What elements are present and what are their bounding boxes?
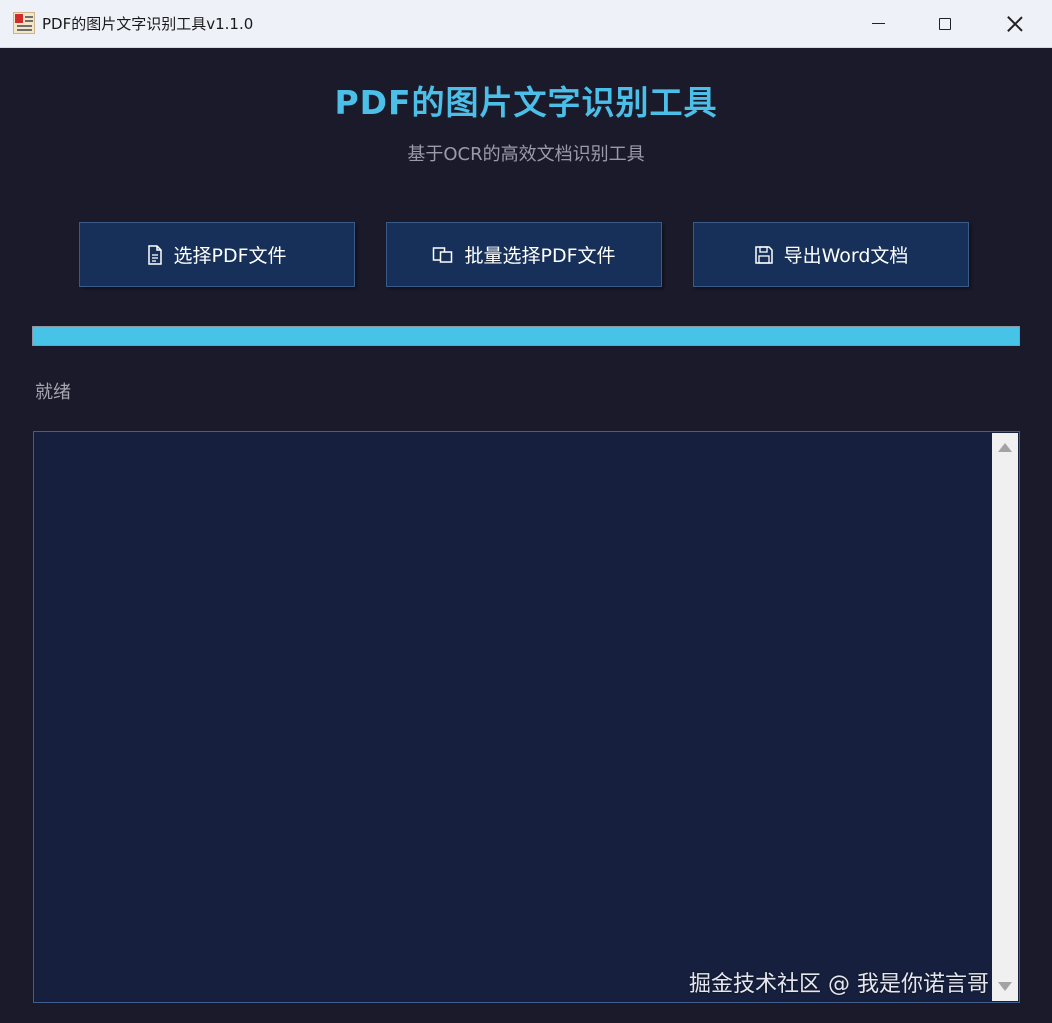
document-icon bbox=[147, 244, 163, 265]
scroll-up-arrow-icon[interactable] bbox=[998, 443, 1012, 452]
maximize-button[interactable] bbox=[910, 0, 980, 47]
title-bar: PDF的图片文字识别工具v1.1.0 bbox=[0, 0, 1052, 48]
minimize-button[interactable] bbox=[843, 0, 913, 47]
vertical-scrollbar[interactable] bbox=[992, 433, 1018, 1001]
app-subtitle: 基于OCR的高效文档识别工具 bbox=[407, 144, 645, 165]
progress-bar bbox=[32, 326, 1020, 346]
close-icon bbox=[1007, 16, 1023, 32]
batch-select-pdf-label: 批量选择PDF文件 bbox=[464, 245, 616, 267]
watermark-text: 掘金技术社区 @ 我是你诺言哥 bbox=[689, 972, 989, 997]
app-heading: PDF的图片文字识别工具 bbox=[334, 83, 718, 122]
select-pdf-label: 选择PDF文件 bbox=[173, 245, 287, 267]
copy-files-icon bbox=[432, 246, 454, 264]
status-text: 就绪 bbox=[35, 382, 71, 403]
window-title: PDF的图片文字识别工具v1.1.0 bbox=[42, 15, 254, 33]
close-button[interactable] bbox=[980, 0, 1050, 47]
batch-select-pdf-button[interactable]: 批量选择PDF文件 bbox=[386, 222, 662, 287]
export-word-label: 导出Word文档 bbox=[783, 245, 909, 267]
select-pdf-button[interactable]: 选择PDF文件 bbox=[79, 222, 355, 287]
result-text-area[interactable] bbox=[33, 431, 1020, 1003]
maximize-icon bbox=[939, 17, 951, 30]
app-logo-icon bbox=[13, 12, 35, 34]
save-icon bbox=[754, 245, 774, 265]
scroll-down-arrow-icon[interactable] bbox=[998, 982, 1012, 991]
export-word-button[interactable]: 导出Word文档 bbox=[693, 222, 969, 287]
minimize-icon bbox=[871, 23, 885, 24]
progress-fill bbox=[33, 327, 1019, 345]
